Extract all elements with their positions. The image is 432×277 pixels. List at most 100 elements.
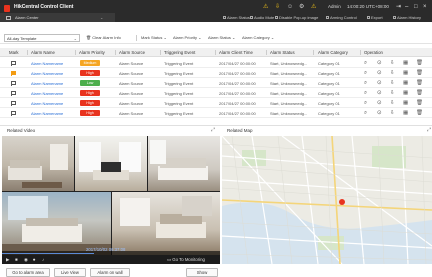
export-icon[interactable]: ⇥ — [396, 3, 401, 11]
delete-icon[interactable]: 🗑 — [416, 70, 423, 77]
settings-icon[interactable]: ⚙ — [299, 3, 304, 11]
maximize-icon[interactable]: □ — [414, 3, 418, 11]
table-row[interactable]: Alarm Namename Medium Alarm Source Triggeri… — [0, 58, 432, 68]
flag-icon[interactable] — [11, 70, 16, 76]
video-tile-1[interactable] — [2, 136, 74, 191]
download-icon[interactable]: ⇩ — [390, 60, 395, 67]
download-icon[interactable]: ⇩ — [390, 100, 395, 107]
flag-icon[interactable] — [11, 80, 16, 86]
video-tile-3[interactable] — [148, 136, 220, 191]
search-icon[interactable]: ⌕ — [364, 80, 367, 87]
table-row[interactable]: Alarm Namename Low Alarm Source Triggering … — [0, 78, 432, 88]
filter-mark-status[interactable]: Mark Status ⌄ — [141, 35, 167, 41]
video-tile-4[interactable] — [2, 192, 111, 255]
volume-icon[interactable]: ♪ — [42, 257, 44, 263]
delete-icon[interactable]: 🗑 — [416, 80, 423, 87]
flag-icon[interactable] — [11, 60, 16, 66]
template-select[interactable]: All-day Template ⌄ — [4, 34, 80, 42]
search-icon[interactable]: ⌕ — [364, 70, 367, 77]
lock-icon[interactable]: ⊙ — [377, 60, 382, 67]
audio-mute-toggle[interactable]: Audio Mute — [250, 15, 274, 20]
grid-icon[interactable]: ▦ — [403, 90, 408, 97]
grid-icon[interactable]: ▦ — [403, 60, 408, 67]
alarm-name[interactable]: Alarm Namename — [31, 81, 63, 86]
grid-icon[interactable]: ▦ — [403, 100, 408, 107]
lock-icon[interactable]: ⊙ — [377, 70, 382, 77]
search-icon[interactable]: ⌕ — [364, 90, 367, 97]
search-icon[interactable]: ⌕ — [364, 60, 367, 67]
table-row[interactable]: Alarm Namename High Alarm Source Triggering… — [0, 68, 432, 78]
column-alarm-priority[interactable]: Alarm Priority — [79, 50, 105, 55]
go-to-alarm-area-button[interactable]: Go to alarm area — [6, 268, 50, 277]
table-row[interactable]: Alarm Namename High Alarm Source Triggering… — [0, 108, 432, 118]
record-icon[interactable]: ⏺ — [33, 257, 35, 263]
column-triggering-event[interactable]: Triggering Event — [164, 50, 195, 55]
export-button[interactable]: Export — [367, 15, 383, 20]
table-row[interactable]: Alarm Namename High Alarm Source Triggering… — [0, 98, 432, 108]
column-alarm-name[interactable]: Alarm Name — [31, 50, 55, 55]
tab-alarm-center[interactable]: Alarm Center ⌄ — [0, 13, 115, 22]
stop-icon[interactable]: ■ — [15, 257, 18, 263]
column-mark[interactable]: Mark — [9, 50, 19, 55]
minimize-icon[interactable]: – — [405, 3, 408, 11]
notification-icon[interactable]: ⚠ — [263, 3, 268, 11]
download-icon[interactable]: ⇩ — [390, 80, 395, 87]
flag-icon[interactable] — [11, 90, 16, 96]
expand-icon[interactable]: ⤢ — [211, 126, 215, 135]
delete-icon[interactable]: 🗑 — [416, 100, 423, 107]
delete-icon[interactable]: 🗑 — [416, 60, 423, 67]
go-to-monitoring-button[interactable]: ▭ Go To Monitoring — [167, 257, 205, 263]
search-icon[interactable]: ⌕ — [364, 110, 367, 117]
alarm-name[interactable]: Alarm Namename — [31, 101, 63, 106]
download-icon[interactable]: ⇩ — [390, 110, 395, 117]
alarm-name[interactable]: Alarm Namename — [31, 61, 63, 66]
user-icon[interactable]: ☺ — [287, 3, 293, 11]
column-alarm-status[interactable]: Alarm Status — [270, 50, 295, 55]
delete-icon[interactable]: 🗑 — [416, 90, 423, 97]
flag-icon[interactable] — [11, 100, 16, 106]
download-icon[interactable]: ⇩ — [390, 70, 395, 77]
disable-popup-toggle[interactable]: Disable Pop-up image — [275, 15, 318, 20]
alarm-name[interactable]: Alarm Namename — [31, 71, 63, 76]
delete-icon[interactable]: 🗑 — [416, 110, 423, 117]
lock-icon[interactable]: ⊙ — [377, 80, 382, 87]
close-icon[interactable]: × — [423, 3, 427, 11]
arming-control-button[interactable]: Arming Control — [326, 15, 357, 20]
chevron-down-icon[interactable]: ⌄ — [100, 13, 103, 22]
clear-alarm-info-button[interactable]: 🗑 Clear Alarm Info — [86, 35, 121, 41]
alarm-name[interactable]: Alarm Namename — [31, 111, 63, 116]
video-tile-5[interactable] — [112, 192, 220, 255]
expand-icon[interactable]: ⤢ — [427, 126, 431, 135]
column-alarm-source[interactable]: Alarm Source — [119, 50, 145, 55]
filter-alarm-status[interactable]: Alarm Status ⌄ — [208, 35, 235, 41]
filter-alarm-priority[interactable]: Alarm Priority ⌄ — [173, 35, 201, 41]
video-grid[interactable] — [2, 136, 220, 255]
grid-icon[interactable]: ▦ — [403, 80, 408, 87]
download-icon[interactable]: ⇩ — [275, 3, 280, 11]
alarm-name[interactable]: Alarm Namename — [31, 91, 63, 96]
column-divider — [115, 50, 116, 55]
alarm-on-wall-button[interactable]: Alarm on wall — [90, 268, 130, 277]
column-alarm-category[interactable]: Alarm Category — [318, 50, 348, 55]
show-button[interactable]: Show — [186, 268, 218, 277]
lock-icon[interactable]: ⊙ — [377, 90, 382, 97]
warning-icon[interactable]: ⚠ — [311, 3, 316, 11]
flag-icon[interactable] — [11, 110, 16, 116]
live-view-button[interactable]: Live View — [54, 268, 86, 277]
lock-icon[interactable]: ⊙ — [377, 100, 382, 107]
grid-icon[interactable]: ▦ — [403, 110, 408, 117]
play-icon[interactable]: ▶ — [6, 257, 9, 263]
alarm-history-button[interactable]: Alarm History — [393, 15, 421, 20]
search-icon[interactable]: ⌕ — [364, 100, 367, 107]
download-icon[interactable]: ⇩ — [390, 90, 395, 97]
filter-alarm-category[interactable]: Alarm Category ⌄ — [242, 35, 274, 41]
column-alarm-client-time[interactable]: Alarm Client Time — [219, 50, 253, 55]
video-tile-2[interactable] — [75, 136, 147, 191]
user-name[interactable]: Admin — [328, 3, 341, 10]
capture-icon[interactable]: ◉ — [24, 257, 28, 263]
lock-icon[interactable]: ⊙ — [377, 110, 382, 117]
alarm-status-toggle[interactable]: Alarm Status — [223, 15, 250, 20]
table-row[interactable]: Alarm Namename High Alarm Source Triggering… — [0, 88, 432, 98]
related-map[interactable] — [222, 136, 432, 264]
grid-icon[interactable]: ▦ — [403, 70, 408, 77]
